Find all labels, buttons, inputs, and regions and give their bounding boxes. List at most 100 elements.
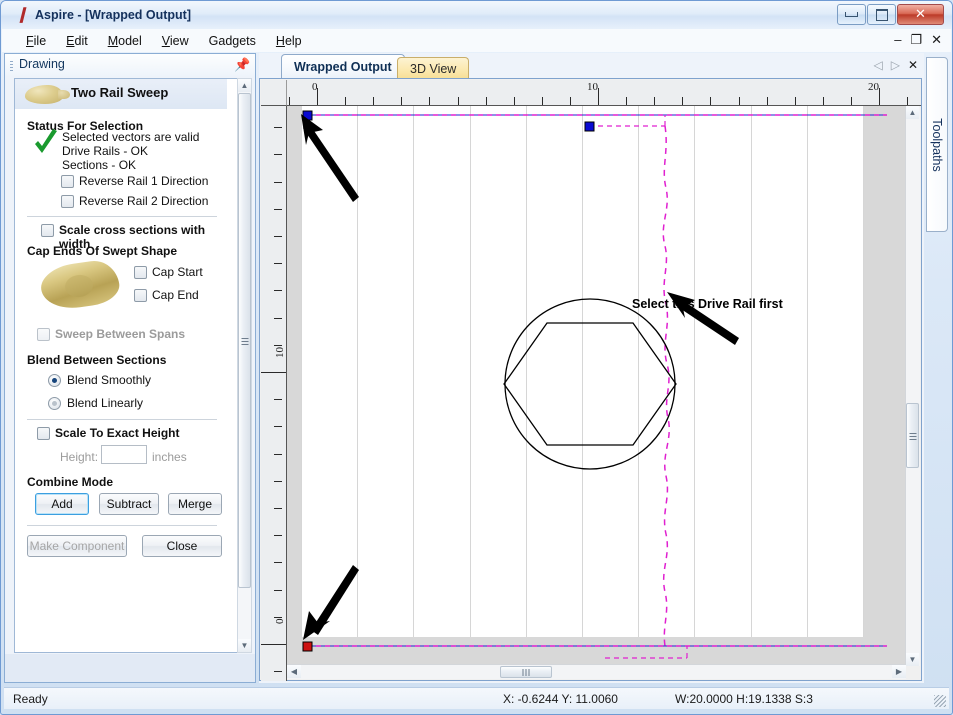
title-bar: ❙ Aspire - [Wrapped Output] ✕ xyxy=(1,1,952,29)
height-input[interactable] xyxy=(101,445,147,464)
cap-section-title: Cap Ends Of Swept Shape xyxy=(27,244,178,258)
menu-item-file[interactable]: File xyxy=(16,31,56,51)
mdi-restore-button[interactable]: ❐ xyxy=(910,33,922,47)
combine-add-button[interactable]: Add xyxy=(35,493,89,515)
green-check-icon xyxy=(33,129,59,159)
tab-prev-icon[interactable]: ◁ xyxy=(873,58,882,72)
status-line-3: Sections - OK xyxy=(62,158,137,172)
divider-1 xyxy=(27,216,217,217)
checkbox-cap-end[interactable] xyxy=(134,289,147,302)
menu-item-gadgets[interactable]: Gadgets xyxy=(199,31,266,51)
pin-icon[interactable]: 📌 xyxy=(234,57,250,72)
panel-grip-icon xyxy=(10,59,13,71)
menu-view-rest: iew xyxy=(169,34,189,48)
drawing-panel-scrollbar[interactable]: ▲ ▼ xyxy=(237,78,252,653)
status-bar: Ready X: -0.6244 Y: 11.0060 W:20.0000 H:… xyxy=(4,687,949,709)
scroll-up-icon[interactable]: ▲ xyxy=(238,79,251,92)
section-circle xyxy=(504,298,676,470)
window-buttons: ✕ xyxy=(837,4,944,25)
drawing-panel-title: Drawing xyxy=(19,57,65,71)
checkbox-cap-start[interactable] xyxy=(134,266,147,279)
drawing-panel-footer xyxy=(5,654,255,682)
label-scale-exact-height: Scale To Exact Height xyxy=(55,426,180,440)
drawing-panel-header: Drawing 📌 xyxy=(5,54,255,76)
radio-blend-smoothly[interactable] xyxy=(48,374,61,387)
section-hexagon xyxy=(503,322,677,446)
label-cap-end: Cap End xyxy=(152,288,199,302)
status-ready: Ready xyxy=(13,692,48,706)
ruler-corner xyxy=(261,80,287,106)
vertical-ruler: 10 0 xyxy=(261,106,287,681)
status-line-1: Selected vectors are valid xyxy=(62,130,200,144)
sweep-shape-icon xyxy=(25,85,70,104)
label-sweep-between-spans: Sweep Between Spans xyxy=(55,327,186,341)
checkbox-scale-cross-sections[interactable] xyxy=(41,224,54,237)
status-coordinates: X: -0.6244 Y: 11.0060 xyxy=(503,692,618,706)
vector-geometry xyxy=(301,110,887,659)
menu-file-rest: ile xyxy=(33,34,47,48)
horizontal-ruler: 0 10 20 xyxy=(287,80,921,106)
annotation-drive-rail-first: Select this Drive Rail first xyxy=(632,297,783,311)
label-blend-smoothly: Blend Smoothly xyxy=(67,373,152,387)
label-height: Height: xyxy=(60,450,99,464)
tab-wrapped-output[interactable]: Wrapped Output xyxy=(281,54,405,79)
tab-3d-view[interactable]: 3D View xyxy=(397,57,470,79)
canvas-scroll-up-icon[interactable]: ▲ xyxy=(906,106,919,119)
maximize-button[interactable] xyxy=(867,4,896,25)
menu-item-model[interactable]: Model xyxy=(98,31,152,51)
menu-gadgets-label: Gadgets xyxy=(208,34,256,48)
checkbox-reverse-rail-1[interactable] xyxy=(61,175,74,188)
drawing-panel: Drawing 📌 Two Rail Sweep Status For Sele… xyxy=(4,53,256,683)
drawing-canvas[interactable]: Select this Drive Rail first Select unwr… xyxy=(287,106,906,666)
radio-blend-linearly[interactable] xyxy=(48,397,61,410)
ruler-h-label-10: 10 xyxy=(587,81,598,93)
scroll-down-icon[interactable]: ▼ xyxy=(238,639,251,652)
divider-3 xyxy=(27,525,217,526)
canvas-horizontal-scrollbar[interactable]: ◀ ▶ xyxy=(287,664,906,679)
label-reverse-rail-1: Reverse Rail 1 Direction xyxy=(79,174,209,188)
checkbox-scale-exact-height[interactable] xyxy=(37,427,50,440)
menu-model-rest: odel xyxy=(118,34,142,48)
make-component-button[interactable]: Make Component xyxy=(27,535,127,557)
aspire-icon: ❙ xyxy=(15,7,29,23)
canvas-scroll-down-icon[interactable]: ▼ xyxy=(906,653,919,666)
mdi-close-button[interactable]: ✕ xyxy=(931,33,942,47)
blend-section-title: Blend Between Sections xyxy=(27,353,167,367)
arrow-drive-rail-second xyxy=(303,565,359,640)
node-rail2-start xyxy=(302,641,313,652)
minimize-button[interactable] xyxy=(837,4,866,25)
menu-item-edit[interactable]: Edit xyxy=(56,31,98,51)
toolpaths-tab[interactable]: Toolpaths xyxy=(926,57,948,232)
combine-subtract-button[interactable]: Subtract xyxy=(99,493,159,515)
mdi-minimize-button[interactable]: – xyxy=(894,33,901,47)
form-heading: Two Rail Sweep xyxy=(71,85,169,100)
close-button[interactable]: ✕ xyxy=(897,4,944,25)
canvas-scroll-left-icon[interactable]: ◀ xyxy=(287,665,301,678)
canvas-vertical-scrollbar[interactable]: ▲ ▼ xyxy=(905,106,920,666)
canvas-v-scroll-thumb[interactable] xyxy=(906,403,919,468)
tab-next-icon[interactable]: ▷ xyxy=(891,58,900,72)
divider-2 xyxy=(27,419,217,420)
label-blend-linearly: Blend Linearly xyxy=(67,396,144,410)
two-rail-sweep-form: Two Rail Sweep Status For Selection Sele… xyxy=(14,78,242,653)
menu-item-help[interactable]: Help xyxy=(266,31,312,51)
close-form-button[interactable]: Close xyxy=(142,535,222,557)
menu-edit-rest: dit xyxy=(74,34,88,48)
menu-item-view[interactable]: View xyxy=(152,31,199,51)
checkbox-reverse-rail-2[interactable] xyxy=(61,195,74,208)
checkbox-sweep-between-spans[interactable] xyxy=(37,328,50,341)
ruler-v-label-0: 0 xyxy=(274,618,286,625)
scroll-thumb[interactable] xyxy=(238,93,251,588)
combine-merge-button[interactable]: Merge xyxy=(168,493,222,515)
node-section-start xyxy=(584,121,595,132)
resize-grip-icon[interactable] xyxy=(934,695,946,707)
canvas-h-scroll-thumb[interactable] xyxy=(500,666,552,678)
window-title: Aspire - [Wrapped Output] xyxy=(35,8,192,22)
tab-close-icon[interactable]: ✕ xyxy=(908,58,918,72)
form-heading-bar: Two Rail Sweep xyxy=(15,79,227,109)
status-line-2: Drive Rails - OK xyxy=(62,144,149,158)
menu-help-rest: elp xyxy=(284,34,302,48)
label-height-units: inches xyxy=(152,450,187,464)
application-window: ❙ Aspire - [Wrapped Output] ✕ File Edit … xyxy=(0,0,953,715)
canvas-scroll-right-icon[interactable]: ▶ xyxy=(892,665,906,678)
